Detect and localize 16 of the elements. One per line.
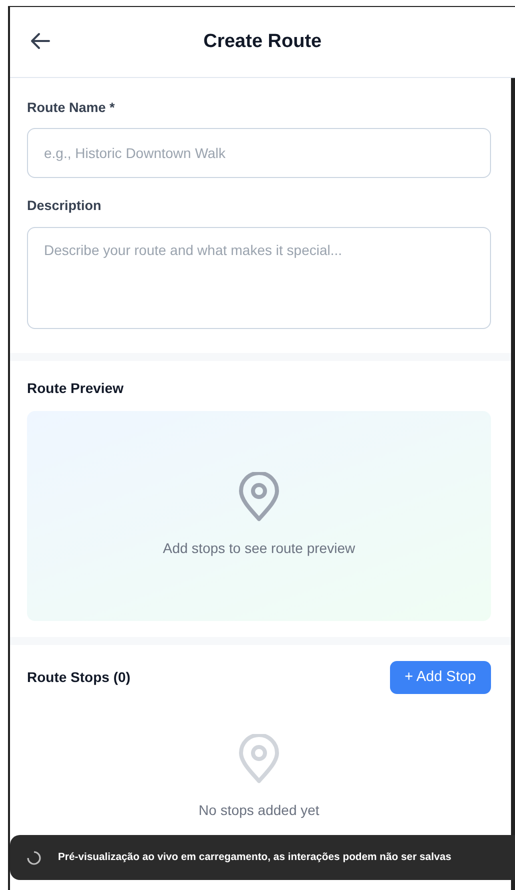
page-title: Create Route: [203, 30, 322, 54]
spinner-icon: [26, 850, 42, 866]
empty-message: Add stops to see route preview: [162, 539, 356, 558]
description-field[interactable]: Describe your route and what makes it special...: [27, 226, 491, 328]
toast-message: Pré-visualização ao vivo em carregamento, as interações podem não ser salvas: [58, 850, 452, 865]
section-title: Route Stops (0): [27, 668, 130, 687]
field-label: Description: [27, 197, 102, 216]
back-arrow-icon[interactable]: [30, 32, 50, 50]
empty-message: No stops added yet: [198, 801, 320, 820]
add-stop-button[interactable]: + Add Stop: [390, 660, 491, 694]
route-name-field[interactable]: e.g., Historic Downtown Walk: [27, 128, 491, 178]
scrollbar[interactable]: [511, 78, 515, 890]
map-pin-icon: [238, 472, 280, 522]
section-title: Route Preview: [27, 380, 124, 396]
field-label: Route Name *: [27, 99, 115, 117]
map-pin-icon: [238, 734, 280, 784]
